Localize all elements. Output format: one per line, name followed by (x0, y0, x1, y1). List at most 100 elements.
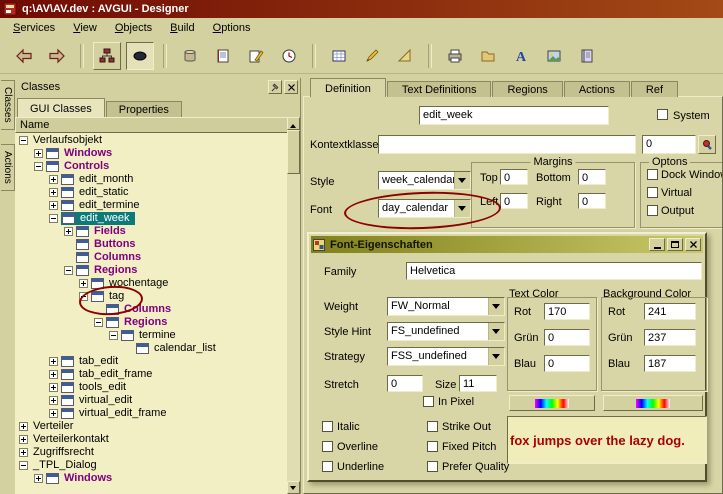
expand-icon[interactable] (49, 188, 58, 197)
scrollbar-thumb[interactable] (287, 130, 300, 174)
margin-bottom-field[interactable]: 0 (578, 169, 606, 185)
name-column-header[interactable]: Name (15, 117, 288, 133)
bg-gruen-field[interactable]: 237 (644, 329, 696, 346)
expand-icon[interactable] (34, 149, 43, 158)
tree-item-edit-termine[interactable]: edit_termine (15, 199, 288, 212)
fixed-pitch-checkbox[interactable] (427, 441, 438, 452)
tree-item-columns[interactable]: Columns (15, 251, 288, 264)
dialog-title-bar[interactable]: Font-Eigenschaften (311, 236, 703, 253)
chevron-down-icon[interactable] (488, 323, 504, 340)
margin-left-field[interactable]: 0 (500, 193, 528, 209)
tree-item-windows[interactable]: Windows (15, 147, 288, 160)
expand-icon[interactable] (49, 357, 58, 366)
tree-item-buttons[interactable]: Buttons (15, 238, 288, 251)
margin-right-field[interactable]: 0 (578, 193, 606, 209)
chevron-down-icon[interactable] (488, 348, 504, 365)
virtual-checkbox[interactable] (647, 187, 658, 198)
menu-objects[interactable]: Objects (106, 20, 161, 36)
tree-item-verteiler[interactable]: Verteiler (15, 420, 288, 433)
name-field[interactable]: edit_week (419, 106, 609, 125)
expand-icon[interactable] (49, 201, 58, 210)
side-tab-actions[interactable]: Actions (1, 144, 15, 191)
folder-icon-button[interactable] (474, 42, 502, 70)
in-pixel-checkbox[interactable] (423, 396, 434, 407)
image-icon-button[interactable] (540, 42, 568, 70)
tree-item-verteilerkontakt[interactable]: Verteilerkontakt (15, 433, 288, 446)
text-color-picker-button[interactable] (509, 395, 595, 411)
tab-properties[interactable]: Properties (106, 101, 182, 117)
chevron-down-icon[interactable] (488, 298, 504, 315)
pin-icon-button[interactable] (268, 80, 282, 94)
weight-combobox[interactable]: FW_Normal (387, 297, 505, 316)
menu-options[interactable]: Options (204, 20, 260, 36)
tree-item-calendar-list[interactable]: calendar_list (15, 342, 288, 355)
text-rot-field[interactable]: 170 (544, 303, 590, 320)
tree-item-columns[interactable]: Columns (15, 303, 288, 316)
ruler-icon-button[interactable] (391, 42, 419, 70)
family-field[interactable]: Helvetica (406, 262, 702, 280)
background-color-picker-button[interactable] (603, 395, 703, 411)
tab-regions[interactable]: Regions (492, 81, 562, 97)
menu-view[interactable]: View (64, 20, 106, 36)
collapse-icon[interactable] (64, 266, 73, 275)
tree-item-controls[interactable]: Controls (15, 160, 288, 173)
margin-top-field[interactable]: 0 (500, 169, 528, 185)
forward-icon-button[interactable] (43, 42, 71, 70)
tab-ref[interactable]: Ref (631, 81, 678, 97)
tab-definition[interactable]: Definition (310, 78, 386, 97)
expand-icon[interactable] (19, 422, 28, 431)
tree-item-tools-edit[interactable]: tools_edit (15, 381, 288, 394)
expand-icon[interactable] (49, 383, 58, 392)
tree-item-wochentage[interactable]: wochentage (15, 277, 288, 290)
write-icon-button[interactable] (242, 42, 270, 70)
size-field[interactable]: 11 (459, 375, 497, 392)
collapse-icon[interactable] (79, 292, 88, 301)
style-combobox[interactable]: week_calendar (378, 171, 471, 190)
clock-icon-button[interactable] (275, 42, 303, 70)
oval-icon-button[interactable] (126, 42, 154, 70)
expand-icon[interactable] (49, 175, 58, 184)
expand-icon[interactable] (19, 448, 28, 457)
tree-item-tab-edit[interactable]: tab_edit (15, 355, 288, 368)
minimize-button[interactable] (649, 238, 665, 251)
font-combobox[interactable]: day_calendar (378, 199, 471, 218)
collapse-icon[interactable] (94, 318, 103, 327)
printer-icon-button[interactable] (441, 42, 469, 70)
back-icon-button[interactable] (10, 42, 38, 70)
side-tab-classes[interactable]: Classes (1, 80, 15, 130)
style-hint-combobox[interactable]: FS_undefined (387, 322, 505, 341)
tree-item-fields[interactable]: Fields (15, 225, 288, 238)
notebook-icon-button[interactable] (209, 42, 237, 70)
collapse-icon[interactable] (34, 162, 43, 171)
tree-item-tab-edit-frame[interactable]: tab_edit_frame (15, 368, 288, 381)
tree-item-regions[interactable]: Regions (15, 316, 288, 329)
prefer-quality-checkbox[interactable] (427, 461, 438, 472)
collapse-icon[interactable] (19, 136, 28, 145)
output-checkbox[interactable] (647, 205, 658, 216)
tree-item-verlaufsobjekt[interactable]: Verlaufsobjekt (15, 134, 288, 147)
pencil-icon-button[interactable] (358, 42, 386, 70)
book-icon-button[interactable] (573, 42, 601, 70)
text-blau-field[interactable]: 0 (544, 355, 590, 372)
strike-out-checkbox[interactable] (427, 421, 438, 432)
tree-item-tpl-dialog[interactable]: _TPL_Dialog (15, 459, 288, 472)
expand-icon[interactable] (49, 396, 58, 405)
chevron-down-icon[interactable] (454, 200, 470, 217)
maximize-button[interactable] (667, 238, 683, 251)
tree-item-tag[interactable]: tag (15, 290, 288, 303)
tree-item-edit-static[interactable]: edit_static (15, 186, 288, 199)
grid-icon-button[interactable] (325, 42, 353, 70)
close-button[interactable] (685, 238, 701, 251)
expand-icon[interactable] (79, 279, 88, 288)
close-icon-button[interactable] (284, 80, 298, 94)
tree-item-edit-month[interactable]: edit_month (15, 173, 288, 186)
scroll-down-icon[interactable] (287, 481, 300, 494)
hierarchy-icon-button[interactable] (93, 42, 121, 70)
tab-actions[interactable]: Actions (564, 81, 630, 97)
expand-icon[interactable] (49, 370, 58, 379)
dock-window-checkbox[interactable] (647, 169, 658, 180)
tree-item-virtual-edit-frame[interactable]: virtual_edit_frame (15, 407, 288, 420)
collapse-icon[interactable] (109, 331, 118, 340)
tree-scrollbar[interactable] (287, 117, 300, 494)
expand-icon[interactable] (19, 435, 28, 444)
